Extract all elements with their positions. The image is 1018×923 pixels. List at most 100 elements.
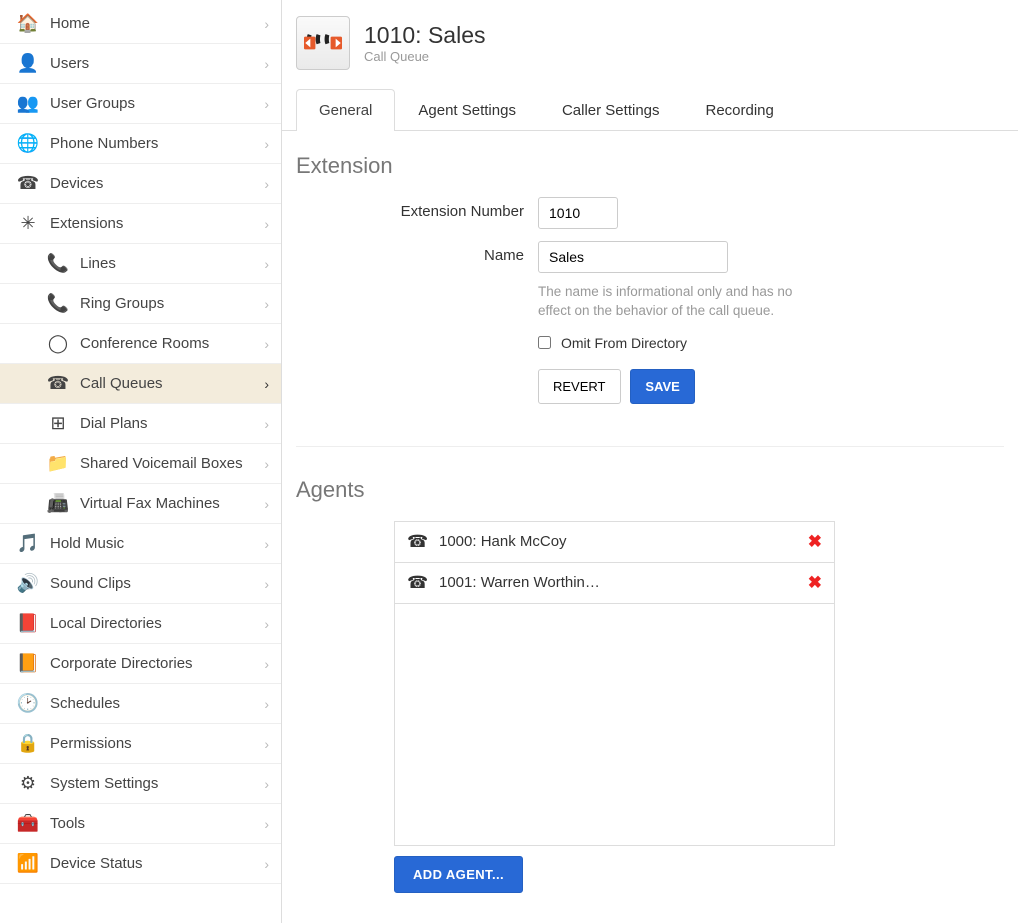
page-subtitle: Call Queue — [364, 49, 485, 64]
sidebar-item-device-status[interactable]: 📶Device Status› — [0, 844, 281, 884]
sidebar-item-corporate-directories[interactable]: 📙Corporate Directories› — [0, 644, 281, 684]
name-help-text: The name is informational only and has n… — [538, 283, 818, 321]
add-agent-button[interactable]: ADD AGENT... — [394, 856, 523, 893]
chevron-right-icon: › — [264, 736, 269, 752]
user-groups-icon: 👥 — [16, 92, 40, 116]
corporate-directories-icon: 📙 — [16, 652, 40, 676]
chevron-right-icon: › — [264, 856, 269, 872]
sidebar-item-label: Sound Clips — [50, 575, 264, 592]
sidebar-item-ring-groups[interactable]: 📞Ring Groups› — [0, 284, 281, 324]
sidebar-item-home[interactable]: 🏠Home› — [0, 4, 281, 44]
hold-music-icon: 🎵 — [16, 532, 40, 556]
sidebar-item-label: Home — [50, 15, 264, 32]
sidebar-item-system-settings[interactable]: ⚙System Settings› — [0, 764, 281, 804]
page-header: 1010: Sales Call Queue — [282, 10, 1018, 88]
chevron-right-icon: › — [264, 56, 269, 72]
lines-icon: 📞 — [46, 252, 70, 276]
sidebar-item-lines[interactable]: 📞 Lines› — [0, 244, 281, 284]
sidebar-item-phone-numbers[interactable]: 🌐 Phone Numbers› — [0, 124, 281, 164]
shared-voicemail-icon: 📁 — [46, 452, 70, 476]
chevron-right-icon: › — [264, 256, 269, 272]
chevron-right-icon: › — [264, 456, 269, 472]
sidebar-item-label: Call Queues — [80, 375, 264, 392]
call-queue-icon — [296, 16, 350, 70]
chevron-right-icon: › — [264, 696, 269, 712]
sidebar-item-label: Lines — [80, 255, 264, 272]
users-icon: 👤 — [16, 52, 40, 76]
schedules-icon: 🕑 — [16, 692, 40, 716]
sidebar-item-virtual-fax-machines[interactable]: 📠 Virtual Fax Machines› — [0, 484, 281, 524]
sidebar-item-label: System Settings — [50, 775, 264, 792]
agent-row[interactable]: ☎1001: Warren Worthin…✖ — [395, 563, 834, 604]
virtual-fax-icon: 📠 — [46, 492, 70, 516]
name-input[interactable] — [538, 241, 728, 273]
sidebar-item-schedules[interactable]: 🕑 Schedules› — [0, 684, 281, 724]
chevron-right-icon: › — [264, 576, 269, 592]
sidebar: 🏠Home›👤Users›👥User Groups›🌐Phone Numbers… — [0, 0, 282, 923]
sidebar-item-label: Ring Groups — [80, 295, 264, 312]
revert-button[interactable]: REVERT — [538, 369, 621, 404]
name-label: Name — [296, 241, 538, 264]
chevron-right-icon: › — [264, 776, 269, 792]
sidebar-item-dial-plans[interactable]: ⊞Dial Plans› — [0, 404, 281, 444]
sidebar-item-user-groups[interactable]: 👥User Groups› — [0, 84, 281, 124]
sidebar-item-users[interactable]: 👤 Users› — [0, 44, 281, 84]
agents-empty-area — [395, 604, 834, 846]
sidebar-item-tools[interactable]: 🧰Tools› — [0, 804, 281, 844]
conference-rooms-icon: ◯ — [46, 332, 70, 356]
sidebar-item-hold-music[interactable]: 🎵Hold Music› — [0, 524, 281, 564]
chevron-right-icon: › — [264, 216, 269, 232]
sidebar-item-label: Dial Plans — [80, 415, 264, 432]
chevron-right-icon: › — [264, 656, 269, 672]
chevron-right-icon: › — [264, 616, 269, 632]
chevron-right-icon: › — [264, 816, 269, 832]
extension-number-input[interactable] — [538, 197, 618, 229]
sidebar-item-label: Tools — [50, 815, 264, 832]
delete-agent-icon[interactable]: ✖ — [808, 573, 822, 593]
sidebar-item-conference-rooms[interactable]: ◯Conference Rooms› — [0, 324, 281, 364]
tab-general[interactable]: General — [296, 89, 395, 131]
tab-recording[interactable]: Recording — [683, 89, 797, 131]
section-title-extension: Extension — [296, 153, 1018, 179]
sidebar-item-label: Schedules — [50, 695, 264, 712]
omit-from-directory-checkbox[interactable] — [538, 336, 551, 349]
sound-clips-icon: 🔊 — [16, 572, 40, 596]
extension-number-label: Extension Number — [296, 197, 538, 220]
main-content: 1010: Sales Call Queue GeneralAgent Sett… — [282, 0, 1018, 923]
sidebar-item-label: Users — [50, 55, 264, 72]
device-status-icon: 📶 — [16, 852, 40, 876]
dial-plans-icon: ⊞ — [46, 412, 70, 436]
devices-icon: ☎ — [16, 172, 40, 196]
agent-row[interactable]: ☎1000: Hank McCoy✖ — [395, 522, 834, 563]
sidebar-item-devices[interactable]: ☎Devices› — [0, 164, 281, 204]
save-button[interactable]: SAVE — [630, 369, 694, 404]
tab-agent-settings[interactable]: Agent Settings — [395, 89, 539, 131]
section-title-agents: Agents — [296, 477, 1004, 503]
sidebar-item-sound-clips[interactable]: 🔊 Sound Clips› — [0, 564, 281, 604]
tab-caller-settings[interactable]: Caller Settings — [539, 89, 683, 131]
sidebar-item-label: Local Directories — [50, 615, 264, 632]
sidebar-item-local-directories[interactable]: 📕 Local Directories› — [0, 604, 281, 644]
sidebar-item-label: Permissions — [50, 735, 264, 752]
omit-from-directory-label: Omit From Directory — [561, 335, 687, 351]
phone-numbers-icon: 🌐 — [16, 132, 40, 156]
chevron-right-icon: › — [264, 176, 269, 192]
sidebar-item-call-queues[interactable]: ☎Call Queues› — [0, 364, 281, 404]
delete-agent-icon[interactable]: ✖ — [808, 532, 822, 552]
local-directories-icon: 📕 — [16, 612, 40, 636]
agents-list: ☎1000: Hank McCoy✖☎1001: Warren Worthin…… — [394, 521, 835, 846]
sidebar-item-shared-voicemail-boxes[interactable]: 📁Shared Voicemail Boxes› — [0, 444, 281, 484]
tab-bar: GeneralAgent SettingsCaller SettingsReco… — [282, 88, 1018, 131]
extensions-icon: ✳ — [16, 212, 40, 236]
agent-name: 1001: Warren Worthin… — [439, 574, 808, 591]
sidebar-item-extensions[interactable]: ✳Extensions› — [0, 204, 281, 244]
sidebar-item-label: Phone Numbers — [50, 135, 264, 152]
permissions-icon: 🔒 — [16, 732, 40, 756]
chevron-right-icon: › — [264, 496, 269, 512]
chevron-right-icon: › — [264, 16, 269, 32]
sidebar-item-label: Virtual Fax Machines — [80, 495, 264, 512]
phone-icon: ☎ — [407, 532, 427, 552]
sidebar-item-permissions[interactable]: 🔒 Permissions› — [0, 724, 281, 764]
chevron-right-icon: › — [264, 136, 269, 152]
chevron-right-icon: › — [264, 536, 269, 552]
